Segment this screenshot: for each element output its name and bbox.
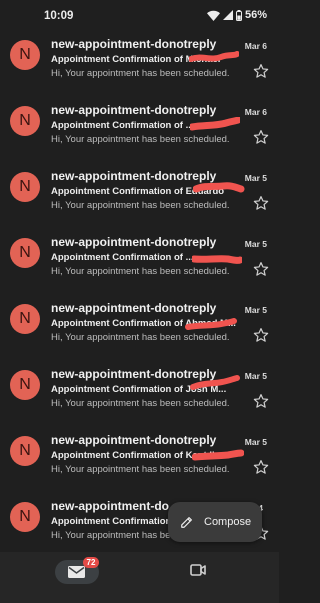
sender-avatar[interactable]: N	[10, 40, 40, 70]
video-camera-icon[interactable]	[190, 564, 206, 576]
email-snippet: Hi, Your appointment has been scheduled.	[51, 134, 230, 145]
sender-name: new-appointment-donotreply	[51, 169, 217, 183]
email-subject: Appointment Confirmation of ...	[51, 252, 194, 263]
email-subject: Appointment Confirmation of Ahmed M...	[51, 318, 236, 329]
mail-icon	[68, 566, 85, 578]
email-date: Mar 5	[244, 371, 267, 381]
status-bar: 10:09 56%	[0, 0, 279, 34]
status-icons: 56%	[206, 9, 267, 21]
star-icon[interactable]	[253, 261, 269, 277]
sender-name: new-appointment-donotreply	[51, 103, 217, 117]
sender-avatar[interactable]: N	[10, 370, 40, 400]
email-snippet: Hi, Your appointment has been scheduled.	[51, 68, 230, 79]
email-row[interactable]: N new-appointment-donotreply Mar 6 Appoi…	[0, 100, 279, 166]
sender-name: new-appointment-donotreply	[51, 301, 217, 315]
email-snippet: Hi, Your appointment has been scheduled.	[51, 332, 230, 343]
email-row[interactable]: N new-appointment-donotreply Mar 5 Appoi…	[0, 232, 279, 298]
email-date: Mar 5	[244, 173, 267, 183]
email-snippet: Hi, Your appointment has been scheduled.	[51, 266, 230, 277]
email-date: Mar 6	[244, 107, 267, 117]
sender-name: new-appointment-donotreply	[51, 433, 217, 447]
email-row[interactable]: N new-appointment-donotreply Mar 5 Appoi…	[0, 166, 279, 232]
unread-badge: 72	[83, 557, 99, 568]
sender-name: new-appointment-donotreply	[51, 367, 217, 381]
star-icon[interactable]	[253, 327, 269, 343]
compose-label: Compose	[204, 516, 252, 528]
email-row[interactable]: N new-appointment-donotreply Mar 5 Appoi…	[0, 298, 279, 364]
email-subject: Appointment Confirmation of ...	[51, 120, 194, 131]
sender-avatar[interactable]: N	[10, 436, 40, 466]
sender-avatar[interactable]: N	[10, 106, 40, 136]
pencil-icon	[181, 517, 192, 528]
email-subject: Appointment Confirmation of Michael	[51, 54, 221, 65]
bottom-navigation: 72	[0, 552, 279, 603]
status-time: 10:09	[44, 10, 74, 22]
star-icon[interactable]	[253, 459, 269, 475]
compose-button[interactable]: Compose	[168, 502, 262, 542]
star-icon[interactable]	[253, 129, 269, 145]
email-date: Mar 5	[244, 437, 267, 447]
email-row[interactable]: N new-appointment-donotreply Mar 5 Appoi…	[0, 430, 279, 496]
sender-name: new-appointment-donotreply	[51, 235, 217, 249]
email-subject: Appointment Confirmation of Josh M...	[51, 384, 227, 395]
email-date: Mar 5	[244, 239, 267, 249]
sender-avatar[interactable]: N	[10, 238, 40, 268]
star-icon[interactable]	[253, 63, 269, 79]
sender-avatar[interactable]: N	[10, 304, 40, 334]
battery-percentage: 56%	[244, 9, 267, 21]
signal-icon	[222, 10, 233, 20]
email-snippet: Hi, Your appointment has been scheduled.	[51, 398, 230, 409]
email-list[interactable]: N new-appointment-donotreply Mar 6 Appoi…	[0, 34, 279, 552]
star-icon[interactable]	[253, 195, 269, 211]
email-snippet: Hi, Your appointment has been scheduled.	[51, 200, 230, 211]
email-date: Mar 5	[244, 305, 267, 315]
email-date: Mar 6	[244, 41, 267, 51]
sender-name: new-appointment-do	[51, 499, 169, 513]
sender-avatar[interactable]: N	[10, 172, 40, 202]
star-icon[interactable]	[253, 393, 269, 409]
email-snippet: Hi, Your appointment has been scheduled.	[51, 464, 230, 475]
email-row[interactable]: N new-appointment-donotreply Mar 6 Appoi…	[0, 34, 279, 100]
sender-name: new-appointment-donotreply	[51, 37, 217, 51]
email-row[interactable]: N new-appointment-donotreply Mar 5 Appoi…	[0, 364, 279, 430]
sender-avatar[interactable]: N	[10, 502, 40, 532]
battery-icon	[235, 9, 242, 21]
email-subject: Appointment Confirmation of Eduardo	[51, 186, 225, 197]
wifi-icon	[206, 10, 220, 21]
email-subject: Appointment Confirmation of Kent Ilm...	[51, 450, 231, 461]
